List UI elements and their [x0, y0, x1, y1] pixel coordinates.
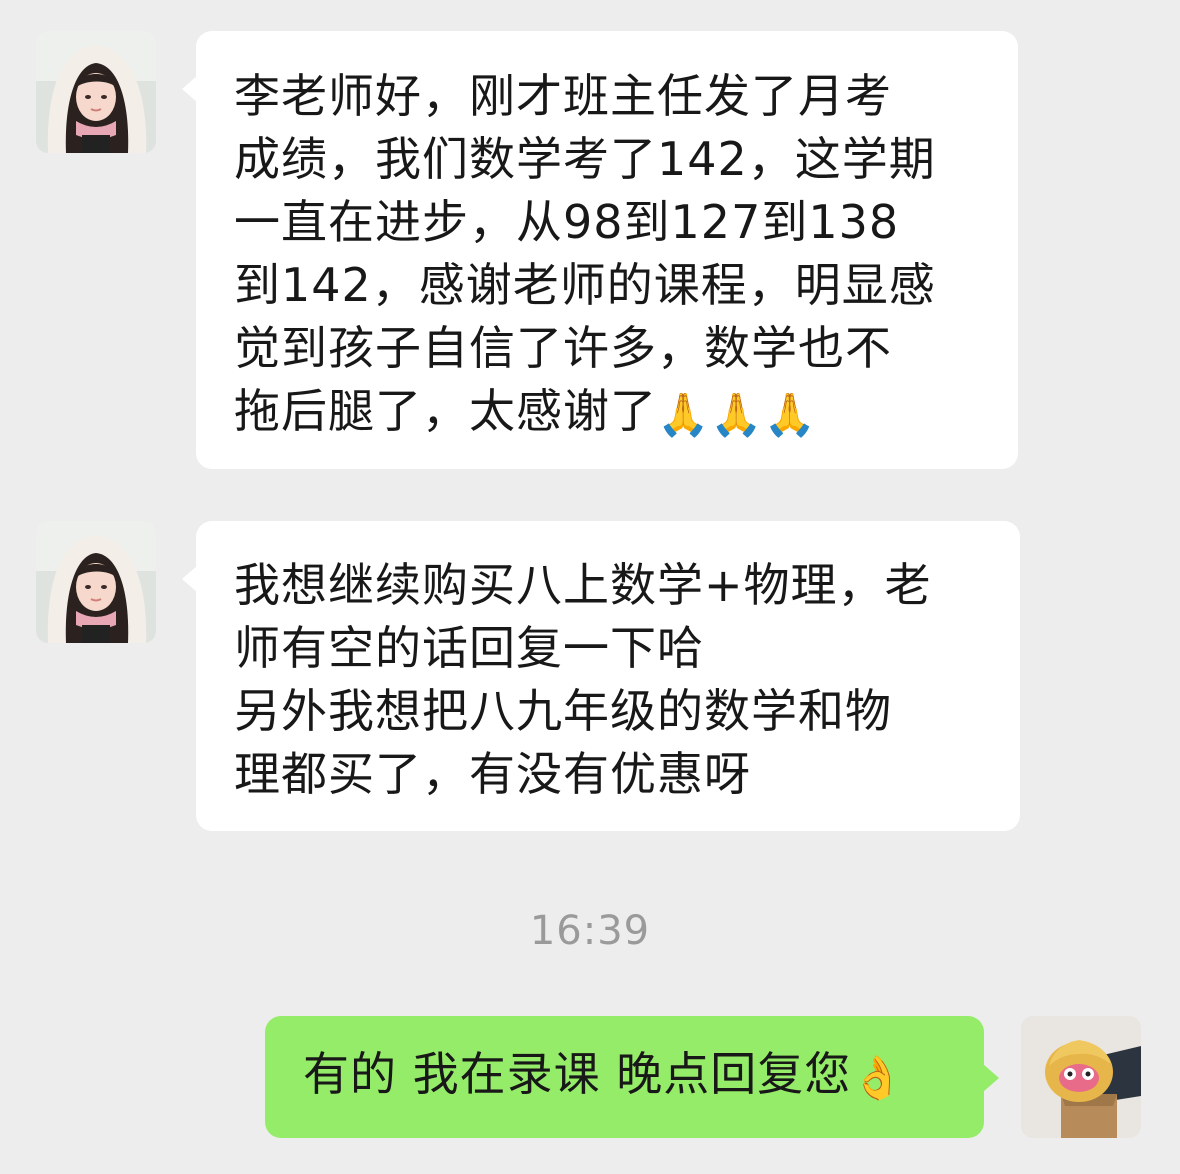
bubble-tail	[983, 1064, 999, 1092]
message-line: 成绩，我们数学考了142，这学期	[234, 132, 936, 186]
ok-hand-emoji-icon: 👌	[851, 1053, 905, 1102]
pray-hands-emoji-icon: 🙏🙏🙏	[657, 390, 817, 439]
bubble-tail	[182, 565, 198, 593]
message-text: 有的 我在录课 晚点回复您	[303, 1047, 852, 1101]
message-text: 拖后腿了，太感谢了	[234, 384, 657, 438]
message-line: 有的 我在录课 晚点回复您👌	[303, 1043, 984, 1109]
message-timestamp: 16:39	[529, 908, 651, 954]
message-line: 李老师好，刚才班主任发了月考	[234, 69, 892, 123]
toy-avatar-icon	[1021, 1016, 1141, 1138]
girl-avatar-icon	[36, 31, 156, 153]
message-line: 我想继续购买八上数学+物理，老	[234, 558, 932, 612]
message-line: 拖后腿了，太感谢了🙏🙏🙏	[234, 380, 1018, 446]
my-avatar[interactable]	[1021, 1016, 1141, 1138]
message-line: 另外我想把八九年级的数学和物	[234, 684, 892, 738]
message-line: 师有空的话回复一下哈	[234, 621, 704, 675]
message-line: 理都买了，有没有优惠呀	[234, 747, 751, 801]
message-line: 到142，感谢老师的课程，明显感	[234, 258, 936, 312]
contact-avatar[interactable]	[36, 31, 156, 153]
girl-avatar-icon	[36, 521, 156, 643]
contact-avatar[interactable]	[36, 521, 156, 643]
bubble-tail	[182, 75, 198, 103]
chat-window: 李老师好，刚才班主任发了月考 成绩，我们数学考了142，这学期 一直在进步，从9…	[0, 0, 1180, 1174]
message-line: 觉到孩子自信了许多，数学也不	[234, 321, 892, 375]
message-line: 一直在进步，从98到127到138	[234, 195, 900, 249]
message-bubble-outgoing[interactable]: 有的 我在录课 晚点回复您👌	[265, 1016, 999, 1138]
message-bubble-incoming[interactable]: 我想继续购买八上数学+物理，老 师有空的话回复一下哈 另外我想把八九年级的数学和…	[182, 521, 1020, 831]
message-bubble-incoming[interactable]: 李老师好，刚才班主任发了月考 成绩，我们数学考了142，这学期 一直在进步，从9…	[182, 31, 1018, 469]
